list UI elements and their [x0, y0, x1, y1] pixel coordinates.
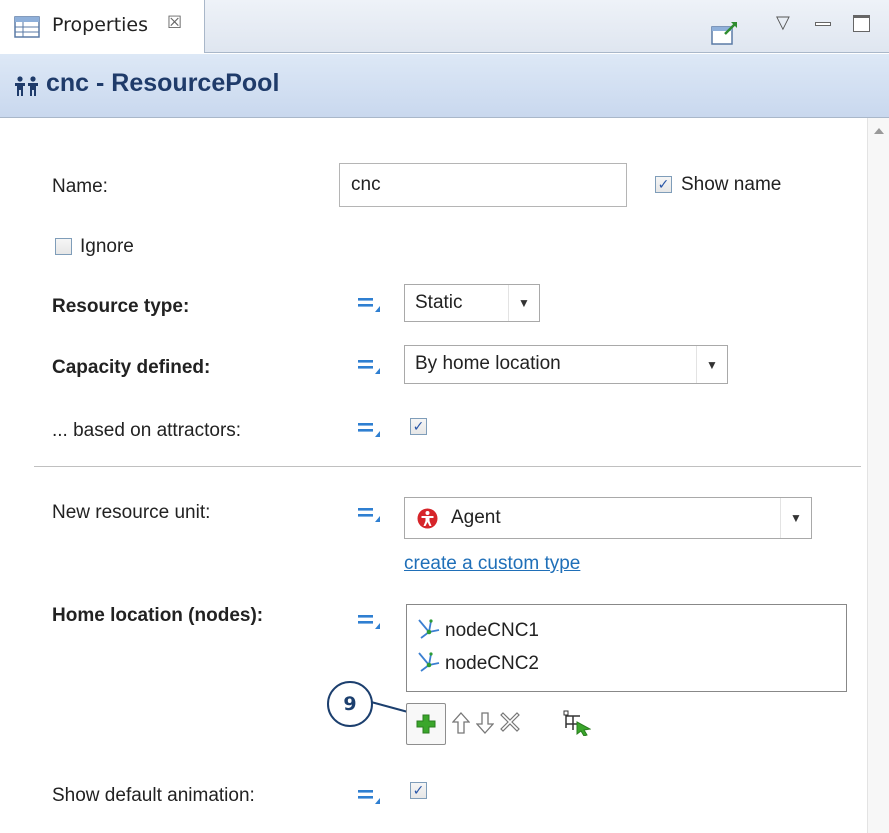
capacity-defined-label: Capacity defined: [52, 357, 211, 378]
show-name-label: Show name [681, 174, 782, 195]
resource-type-select[interactable]: Static ▼ [404, 284, 540, 322]
show-name-checkbox[interactable]: ✓ [655, 176, 672, 193]
home-location-list[interactable]: nodeCNC1 nodeCNC2 [406, 604, 847, 692]
select-on-canvas-icon[interactable] [563, 710, 592, 740]
chevron-down-icon: ▼ [780, 498, 811, 538]
add-node-button[interactable] [406, 703, 446, 745]
agent-red-circle-icon [417, 508, 438, 535]
page-title: cnc - ResourcePool [46, 69, 280, 97]
show-animation-label: Show default animation: [52, 785, 255, 806]
capacity-defined-value: By home location [415, 353, 561, 374]
chevron-down-icon: ▼ [508, 285, 539, 321]
callout-pointer [370, 701, 409, 713]
callout-number-badge: 9 [327, 681, 373, 727]
new-resource-unit-label: New resource unit: [52, 502, 211, 523]
show-animation-checkbox[interactable]: ✓ [410, 782, 427, 799]
network-node-icon [417, 651, 441, 677]
chevron-down-icon: ▼ [696, 346, 727, 383]
static-value-toggle-icon[interactable] [358, 612, 380, 630]
move-down-icon[interactable] [475, 712, 495, 738]
name-label: Name: [52, 176, 108, 197]
static-value-toggle-icon[interactable] [358, 357, 380, 375]
scroll-up-icon[interactable] [874, 128, 884, 134]
resource-pool-people-icon [14, 76, 40, 102]
maximize-icon[interactable] [853, 15, 870, 32]
properties-table-icon [14, 16, 40, 42]
new-resource-unit-value: Agent [451, 507, 501, 528]
list-item[interactable]: nodeCNC1 [417, 616, 539, 646]
add-plus-icon [416, 714, 436, 738]
new-resource-unit-select[interactable]: Agent ▼ [404, 497, 812, 539]
attractors-checkbox[interactable]: ✓ [410, 418, 427, 435]
network-node-icon [417, 618, 441, 644]
capacity-defined-select[interactable]: By home location ▼ [404, 345, 728, 384]
vertical-scrollbar[interactable] [867, 118, 889, 833]
view-menu-dropdown-icon[interactable]: ▽ [776, 12, 790, 33]
minimize-icon[interactable] [815, 22, 831, 26]
static-value-toggle-icon[interactable] [358, 505, 380, 523]
home-location-label: Home location (nodes): [52, 605, 264, 626]
checkmark-icon: ✓ [412, 782, 425, 799]
section-divider [34, 466, 861, 467]
checkmark-icon: ✓ [412, 418, 425, 435]
list-item[interactable]: nodeCNC2 [417, 649, 539, 679]
name-field[interactable]: cnc [339, 163, 627, 207]
node-label: nodeCNC2 [445, 653, 539, 674]
callout-number: 9 [343, 693, 357, 715]
move-up-icon[interactable] [451, 712, 471, 738]
create-custom-type-link[interactable]: create a custom type [404, 553, 580, 575]
static-value-toggle-icon[interactable] [358, 295, 380, 313]
resource-type-label: Resource type: [52, 296, 190, 317]
tab-properties-label: Properties [52, 14, 149, 36]
static-value-toggle-icon[interactable] [358, 420, 380, 438]
static-value-toggle-icon[interactable] [358, 787, 380, 805]
node-label: nodeCNC1 [445, 620, 539, 641]
checkmark-icon: ✓ [657, 176, 670, 193]
open-view-icon[interactable] [711, 20, 739, 50]
attractors-label: ... based on attractors: [52, 420, 242, 441]
resource-type-value: Static [415, 292, 463, 313]
remove-icon[interactable] [500, 712, 520, 736]
ignore-checkbox[interactable] [55, 238, 72, 255]
ignore-label: Ignore [80, 236, 134, 257]
close-icon[interactable]: ☒ [167, 13, 182, 33]
